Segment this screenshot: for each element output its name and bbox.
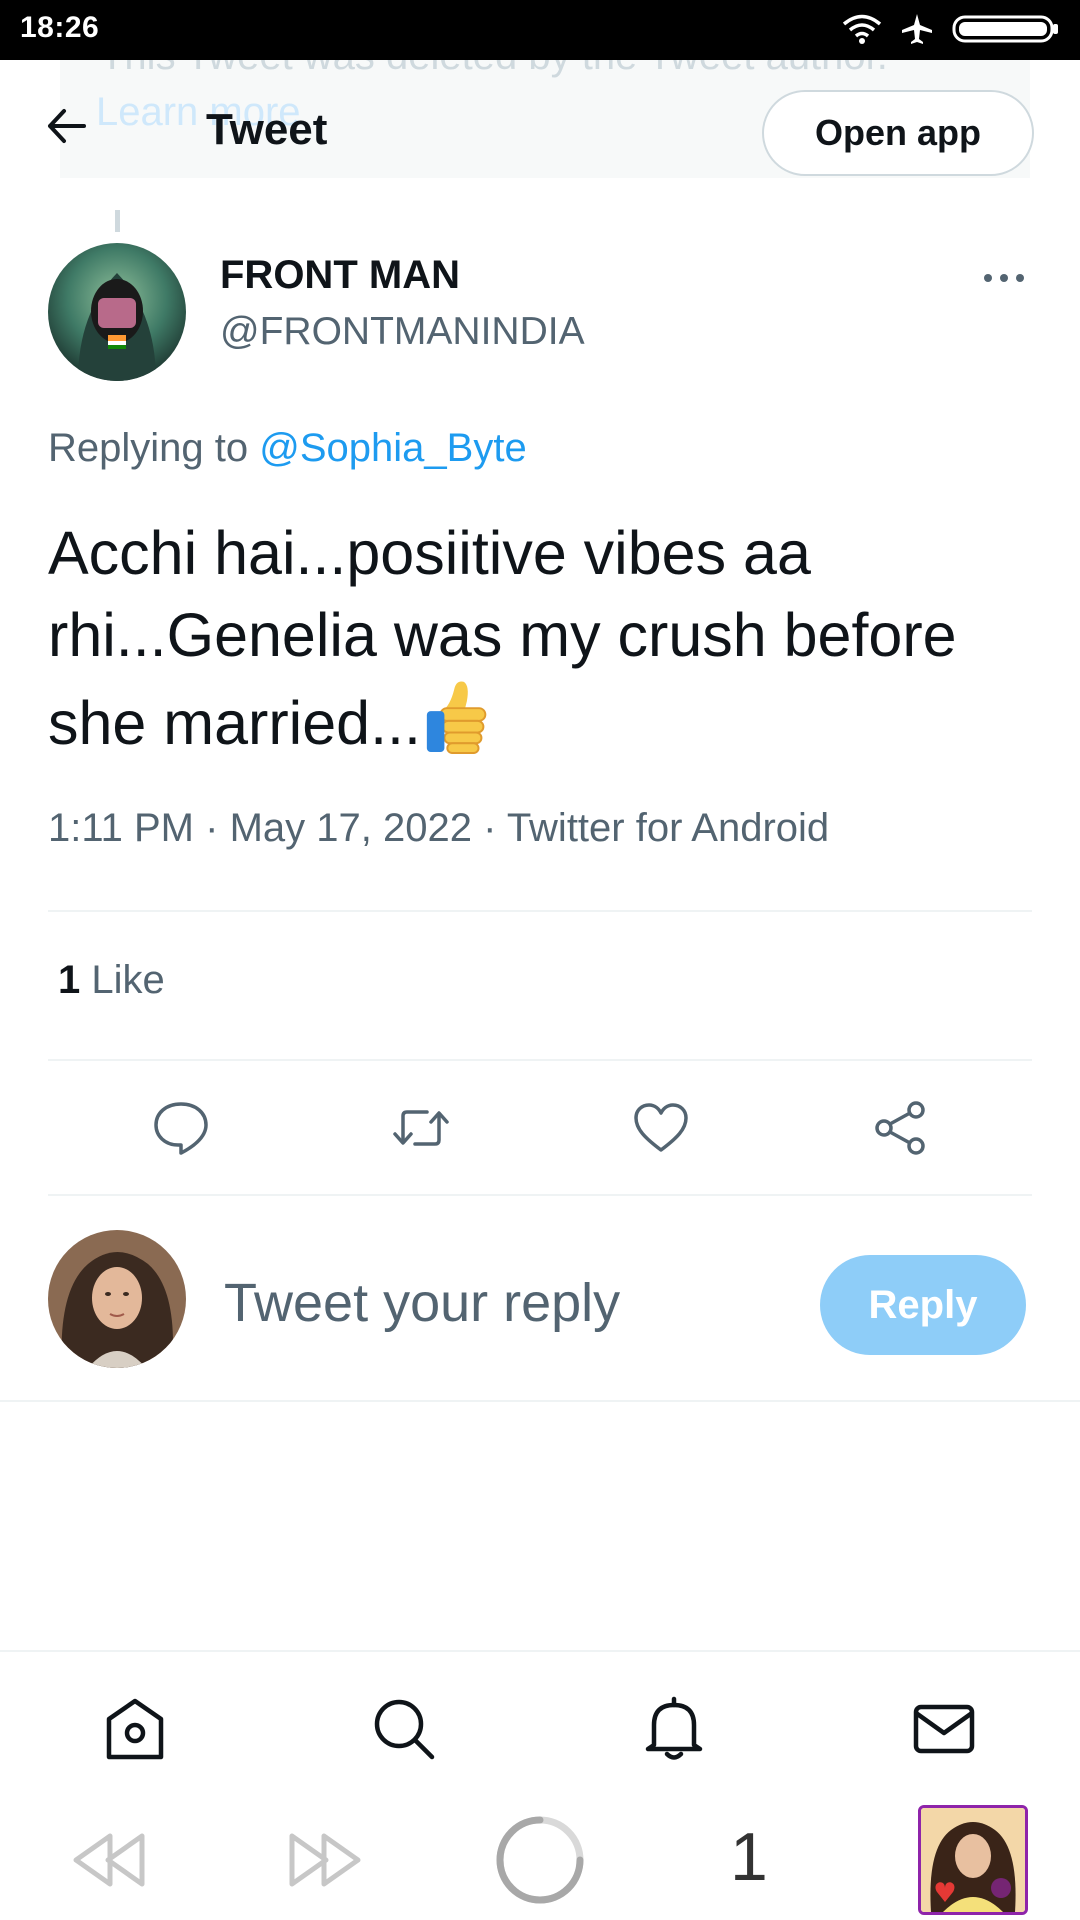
battery-icon (952, 15, 1058, 43)
replying-to: Replying to @Sophia_Byte (48, 426, 527, 471)
author-handle[interactable]: @FRONTMANINDIA (220, 310, 585, 354)
reply-button[interactable]: Reply (820, 1255, 1026, 1355)
divider (48, 1194, 1032, 1196)
tweet-date: May 17, 2022 (229, 806, 472, 850)
bottom-nav-divider (0, 1650, 1080, 1652)
meta-separator: · (205, 806, 219, 850)
wifi-icon (842, 14, 882, 44)
tweet-body: Acchi hai...posiitive vibes aa rhi...Gen… (48, 519, 957, 757)
tweet-text: Acchi hai...posiitive vibes aa rhi...Gen… (48, 512, 1038, 764)
thumbs-up-emoji (426, 681, 487, 754)
tweet-time: 1:11 PM (48, 806, 194, 850)
status-time: 18:26 (20, 11, 100, 44)
status-bar: 18:26 (0, 0, 1080, 60)
more-options-icon[interactable] (980, 266, 1028, 290)
like-icon[interactable] (631, 1098, 691, 1158)
thread-connector (115, 210, 120, 232)
author-avatar[interactable] (48, 243, 186, 381)
replying-prefix: Replying to (48, 426, 249, 470)
back-arrow-icon[interactable] (46, 106, 86, 146)
share-icon[interactable] (871, 1098, 931, 1158)
notifications-icon[interactable] (640, 1695, 708, 1763)
search-icon[interactable] (370, 1695, 438, 1763)
loading-spinner-icon[interactable] (494, 1814, 586, 1906)
like-count[interactable]: 1 Like (58, 958, 165, 1003)
meta-separator-2: · (483, 806, 497, 850)
airplane-icon (902, 14, 932, 44)
page-title: Tweet (206, 105, 328, 154)
open-app-button[interactable]: Open app (762, 90, 1034, 176)
messages-icon[interactable] (910, 1695, 978, 1763)
author-name[interactable]: FRONT MAN (220, 253, 460, 298)
tweet-meta: 1:11 PM · May 17, 2022 · Twitter for And… (48, 806, 829, 851)
divider (48, 1059, 1032, 1061)
divider (0, 1400, 1080, 1402)
like-count-label: Like (91, 958, 165, 1002)
retweet-icon[interactable] (391, 1098, 451, 1158)
like-count-number: 1 (58, 958, 81, 1002)
reply-icon[interactable] (151, 1098, 211, 1158)
tab-count[interactable]: 1 (730, 1818, 768, 1896)
user-avatar[interactable] (48, 1230, 186, 1368)
forward-page-icon[interactable] (288, 1832, 364, 1888)
divider (48, 910, 1032, 912)
tab-thumbnail[interactable] (918, 1805, 1028, 1915)
reply-input[interactable] (224, 1268, 784, 1338)
top-bar: Tweet Open app (0, 60, 1080, 180)
tweet-source: Twitter for Android (506, 806, 830, 850)
replying-to-mention[interactable]: @Sophia_Byte (259, 426, 526, 470)
status-icons (842, 12, 1060, 46)
back-page-icon[interactable] (70, 1832, 146, 1888)
home-icon[interactable] (101, 1695, 169, 1763)
